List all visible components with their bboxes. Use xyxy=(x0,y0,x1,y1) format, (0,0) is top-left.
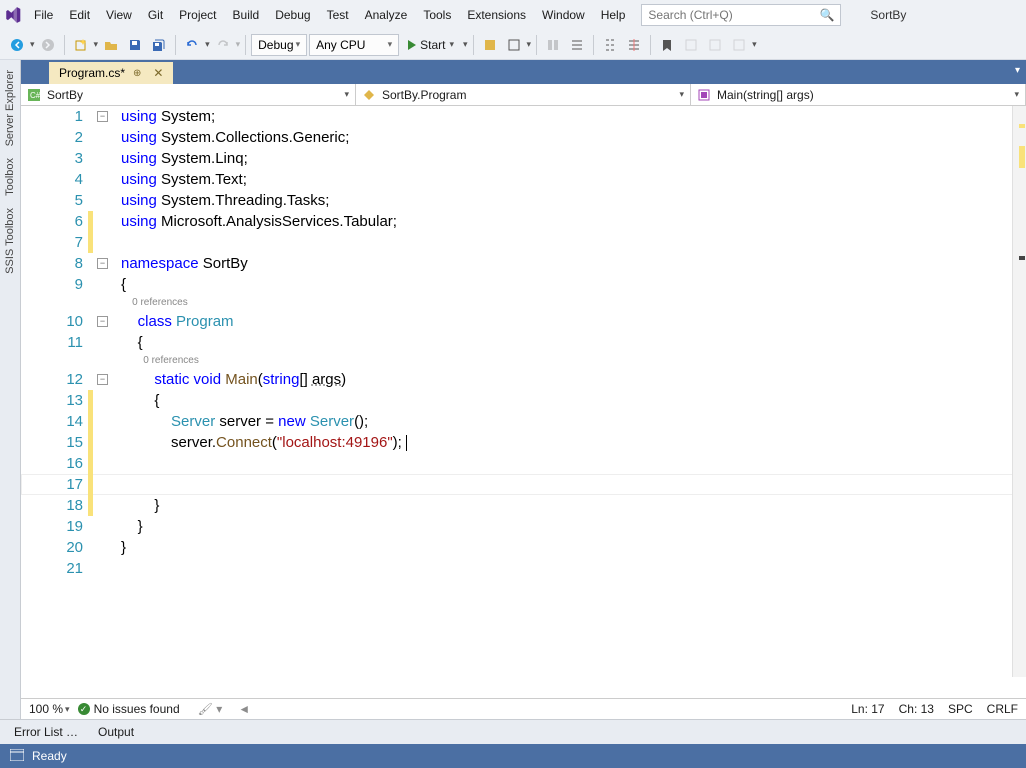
method-icon xyxy=(697,88,711,102)
close-icon[interactable]: ✕ xyxy=(149,66,167,80)
menu-bar: File Edit View Git Project Build Debug T… xyxy=(0,0,1026,30)
chevron-down-icon[interactable]: ▾ xyxy=(30,39,35,50)
nav-member-combo[interactable]: Main(string[] args) xyxy=(691,84,1026,105)
menu-help[interactable]: Help xyxy=(593,1,634,29)
codelens-references[interactable]: 0 references xyxy=(132,297,188,308)
document-tab-row: Program.cs* ⊕ ✕ ▾ xyxy=(21,60,1026,84)
undo-icon[interactable] xyxy=(181,34,203,56)
search-icon: 🔍 xyxy=(819,8,834,22)
editor-status-bar: 100 %▾ ✓No issues found 🖌 ▾ ◄ Ln: 17 Ch:… xyxy=(21,698,1026,719)
file-tab[interactable]: Program.cs* ⊕ ✕ xyxy=(49,62,173,84)
tb-icon-6[interactable] xyxy=(704,34,726,56)
solution-platform-combo[interactable]: Any CPU xyxy=(309,34,399,56)
menu-tools[interactable]: Tools xyxy=(415,1,459,29)
menu-project[interactable]: Project xyxy=(171,1,224,29)
status-text: Ready xyxy=(32,749,67,763)
menu-test[interactable]: Test xyxy=(319,1,357,29)
start-button[interactable]: Start▾ xyxy=(401,34,461,56)
editor-area: Program.cs* ⊕ ✕ ▾ C# SortBy SortBy.Progr… xyxy=(21,60,1026,719)
class-icon xyxy=(362,88,376,102)
chevron-down-icon[interactable]: ▾ xyxy=(463,39,468,50)
bottom-tool-tabs: Error List … Output xyxy=(0,719,1026,744)
menu-git[interactable]: Git xyxy=(140,1,171,29)
side-rail: Server Explorer Toolbox SSIS Toolbox xyxy=(0,60,21,719)
menu-items: File Edit View Git Project Build Debug T… xyxy=(26,1,633,29)
tb-icon-1[interactable] xyxy=(479,34,501,56)
char-indicator: Ch: 13 xyxy=(899,702,934,716)
redo-icon[interactable] xyxy=(212,34,234,56)
save-all-icon[interactable] xyxy=(148,34,170,56)
chevron-down-icon[interactable]: ▾ xyxy=(205,39,210,50)
output-tab[interactable]: Output xyxy=(90,721,142,743)
menu-extensions[interactable]: Extensions xyxy=(459,1,534,29)
chevron-down-icon[interactable]: ▾ xyxy=(94,39,99,50)
solution-config-combo[interactable]: Debug xyxy=(251,34,307,56)
rail-ssis-toolbox[interactable]: SSIS Toolbox xyxy=(2,202,18,280)
chevron-down-icon[interactable]: ▾ xyxy=(527,39,532,50)
uncomment-icon[interactable] xyxy=(623,34,645,56)
rail-toolbox[interactable]: Toolbox xyxy=(2,152,18,202)
chevron-down-icon[interactable]: ▾ xyxy=(752,39,757,50)
bookmark-icon[interactable] xyxy=(656,34,678,56)
brush-icon[interactable]: 🖌 ▾ xyxy=(198,702,223,716)
tb-icon-4[interactable] xyxy=(566,34,588,56)
indent-indicator[interactable]: SPC xyxy=(948,702,973,716)
file-tab-label: Program.cs* xyxy=(59,66,125,80)
line-indicator: Ln: 17 xyxy=(851,702,884,716)
nav-class-combo[interactable]: SortBy.Program xyxy=(356,84,691,105)
text-cursor xyxy=(406,435,407,451)
menu-analyze[interactable]: Analyze xyxy=(357,1,416,29)
comment-icon[interactable] xyxy=(599,34,621,56)
new-project-icon[interactable] xyxy=(70,34,92,56)
csharp-project-icon: C# xyxy=(27,88,41,102)
tb-icon-5[interactable] xyxy=(680,34,702,56)
menu-edit[interactable]: Edit xyxy=(61,1,98,29)
nav-back-icon[interactable] xyxy=(6,34,28,56)
pin-icon[interactable]: ⊕ xyxy=(133,68,141,79)
menu-file[interactable]: File xyxy=(26,1,61,29)
tab-overflow-icon[interactable]: ▾ xyxy=(1015,65,1020,76)
error-list-tab[interactable]: Error List … xyxy=(6,721,86,743)
status-bar: Ready xyxy=(0,744,1026,768)
menu-window[interactable]: Window xyxy=(534,1,593,29)
vs-logo-icon xyxy=(0,0,26,30)
window-icon xyxy=(10,749,24,764)
open-icon[interactable] xyxy=(100,34,122,56)
codelens-references[interactable]: 0 references xyxy=(143,355,199,366)
code-editor[interactable]: 1−using System; 2using System.Collection… xyxy=(21,106,1026,698)
lineending-indicator[interactable]: CRLF xyxy=(987,702,1018,716)
rail-server-explorer[interactable]: Server Explorer xyxy=(2,64,18,152)
menu-debug[interactable]: Debug xyxy=(267,1,318,29)
save-icon[interactable] xyxy=(124,34,146,56)
nav-scope-combo[interactable]: C# SortBy xyxy=(21,84,356,105)
svg-text:C#: C# xyxy=(30,91,40,100)
left-arrow-icon[interactable]: ◄ xyxy=(238,702,250,716)
checkmark-icon: ✓ xyxy=(78,703,90,715)
issues-indicator[interactable]: ✓No issues found xyxy=(78,702,180,716)
vertical-scrollbar[interactable] xyxy=(1012,106,1026,677)
chevron-down-icon[interactable]: ▾ xyxy=(236,39,241,50)
tb-icon-3[interactable] xyxy=(542,34,564,56)
solution-name-label[interactable]: SortBy xyxy=(859,2,917,28)
nav-fwd-icon[interactable] xyxy=(37,34,59,56)
main-toolbar: ▾ ▾ ▾ ▾ Debug Any CPU Start▾ ▾ ▾ ▾ xyxy=(0,30,1026,60)
play-icon xyxy=(408,40,416,50)
search-input[interactable] xyxy=(648,8,819,22)
zoom-combo[interactable]: 100 %▾ xyxy=(29,702,70,716)
tb-icon-2[interactable] xyxy=(503,34,525,56)
tb-icon-7[interactable] xyxy=(728,34,750,56)
search-box[interactable]: 🔍 xyxy=(641,4,841,26)
code-nav-bar: C# SortBy SortBy.Program Main(string[] a… xyxy=(21,84,1026,106)
menu-build[interactable]: Build xyxy=(225,1,268,29)
menu-view[interactable]: View xyxy=(98,1,140,29)
